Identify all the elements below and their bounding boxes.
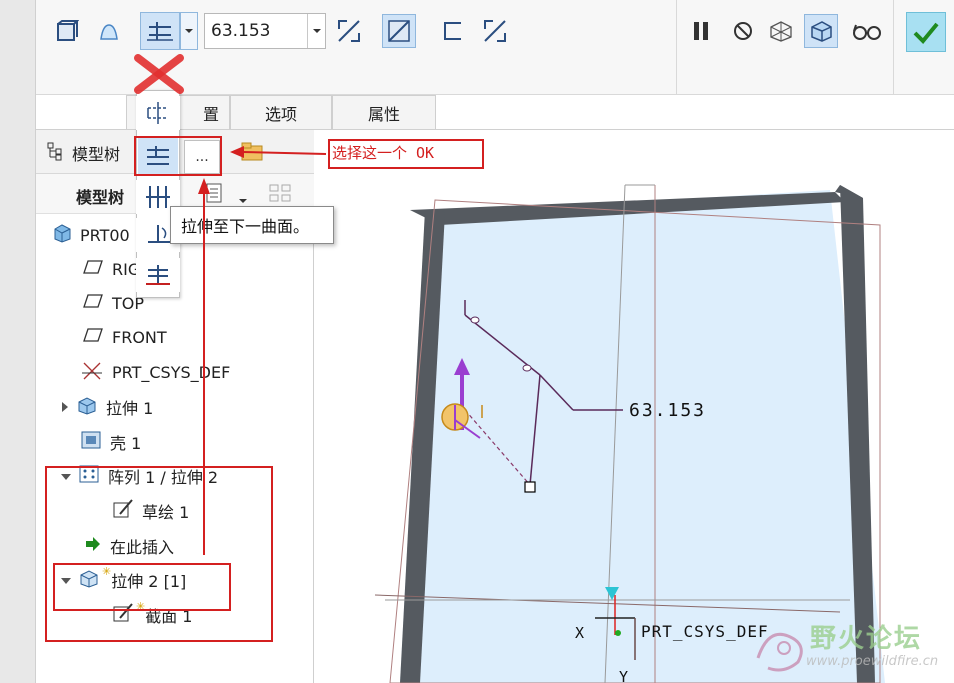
annotation-text: 选择这一个 OK (332, 144, 435, 162)
datum-plane-icon (82, 293, 104, 313)
confirm-icon[interactable] (906, 12, 946, 52)
tab-properties-label: 属性 (367, 104, 400, 124)
dimension-value-label[interactable]: 63.153 (629, 400, 706, 421)
datum-plane-icon (82, 327, 104, 347)
flip-thicken-icon[interactable] (478, 14, 512, 48)
model-tree-header-label: 模型树 (72, 145, 121, 164)
tree-item-shell[interactable]: 壳 1 (80, 427, 141, 457)
model-tree-dropdown[interactable]: 模型树 (76, 184, 124, 208)
annotation-box-pattern (45, 466, 273, 642)
cross-out-mark-icon (134, 54, 184, 94)
symmetric-icon (147, 102, 168, 124)
flip-direction-icon[interactable] (332, 14, 366, 48)
no-preview-icon[interactable] (726, 14, 760, 48)
tree-structure-icon (46, 141, 66, 165)
tab-options[interactable]: 选项 (230, 95, 332, 129)
axis-y-label: Y (619, 668, 629, 683)
toolbar-divider-2 (893, 0, 894, 95)
watermark-logo-icon (756, 632, 803, 672)
preview-icon[interactable] (804, 14, 838, 48)
through-all-icon (146, 186, 170, 208)
tree-item-top[interactable]: TOP (82, 288, 144, 318)
folder-browser-icon[interactable] (240, 140, 266, 166)
watermark-url: www.proewildfire.cn (806, 654, 939, 669)
left-edge-strip (0, 0, 36, 683)
annotation-box-extrude2 (53, 563, 231, 611)
solid-icon[interactable] (50, 14, 84, 48)
tree-item-part-label: PRT00 (80, 225, 130, 245)
tab-placement-label: 置 (202, 104, 219, 124)
remove-material-icon[interactable] (382, 14, 416, 48)
shell-icon (80, 430, 102, 454)
tree-item-shell-label: 壳 1 (110, 434, 142, 453)
tree-item-csys-label: PRT_CSYS_DEF (112, 362, 231, 382)
dropdown-arrow-icon[interactable] (180, 12, 198, 50)
tree-item-extrude1-label: 拉伸 1 (106, 399, 154, 418)
extrude-icon (76, 395, 98, 419)
tree-settings-icon[interactable] (204, 182, 230, 206)
tree-item-part[interactable]: PRT00 (52, 220, 130, 250)
tooltip-text: 拉伸至下一曲面。 (181, 217, 310, 236)
tree-item-front-label: FRONT (112, 327, 167, 347)
depth-blind-button[interactable] (140, 12, 180, 50)
flyout-to-selected[interactable] (136, 258, 180, 292)
toolbar-divider (676, 0, 677, 95)
datum-plane-icon (82, 259, 104, 279)
model-tree-subheader-label: 模型树 (76, 188, 125, 207)
thicken-icon[interactable] (436, 14, 470, 48)
watermark: 野火论坛 www.proewildfire.cn (744, 612, 952, 680)
graphics-viewport[interactable]: 63.153 PRT_CSYS_DEF X Y (315, 130, 954, 683)
tab-properties[interactable]: 属性 (332, 95, 436, 129)
glasses-icon[interactable] (850, 14, 884, 48)
surface-icon[interactable] (92, 14, 126, 48)
expand-arrow-icon[interactable] (60, 398, 70, 417)
tree-item-extrude1[interactable]: 拉伸 1 (60, 392, 153, 422)
tree-columns-icon[interactable] (268, 182, 296, 208)
pause-icon[interactable] (684, 14, 718, 48)
to-selected-icon (146, 265, 170, 285)
part-icon (52, 223, 72, 247)
tree-item-right[interactable]: RIG (82, 254, 140, 284)
model-tree-tab[interactable]: 模型树 (46, 140, 120, 166)
axis-x-label: X (575, 624, 585, 642)
depth-value-text: 63.153 (211, 21, 271, 41)
tree-item-csys[interactable]: PRT_CSYS_DEF (80, 357, 230, 387)
through-until-icon (148, 225, 170, 243)
tree-item-front[interactable]: FRONT (82, 322, 167, 352)
depth-value-field[interactable]: 63.153 (204, 13, 326, 49)
tab-options-label: 选项 (264, 104, 297, 124)
flyout-symmetric[interactable] (136, 96, 180, 130)
verify-mesh-icon[interactable] (764, 14, 798, 48)
watermark-title: 野火论坛 (810, 624, 923, 654)
annotation-box-flyout (134, 136, 222, 176)
depth-dropdown-icon[interactable] (307, 14, 325, 48)
tooltip: 拉伸至下一曲面。 (170, 206, 334, 244)
csys-icon (80, 359, 104, 385)
